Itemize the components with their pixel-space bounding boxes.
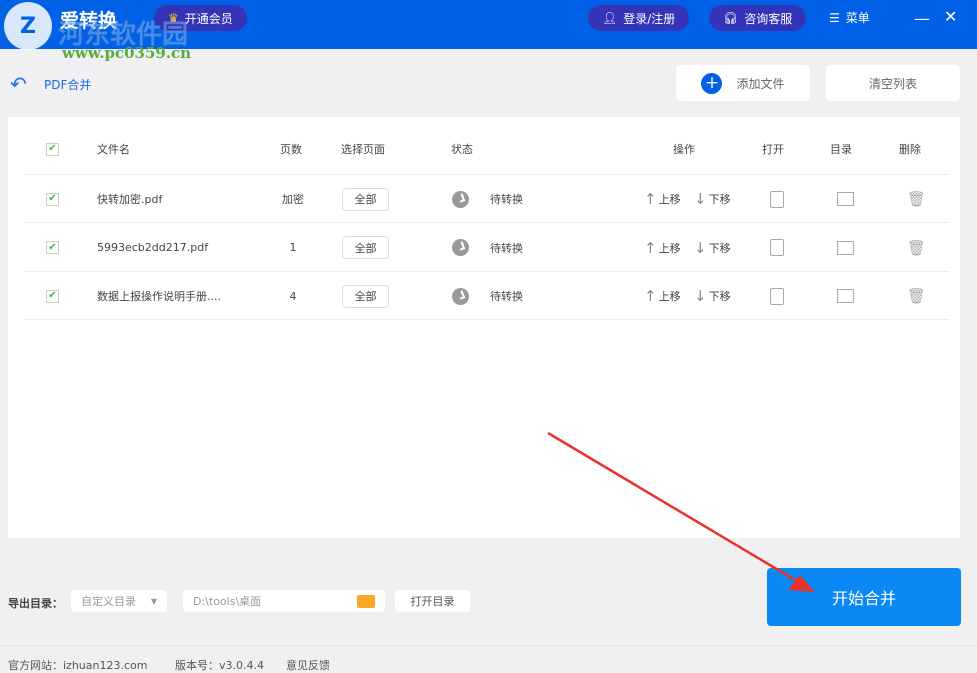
annotation-arrow xyxy=(547,431,815,592)
